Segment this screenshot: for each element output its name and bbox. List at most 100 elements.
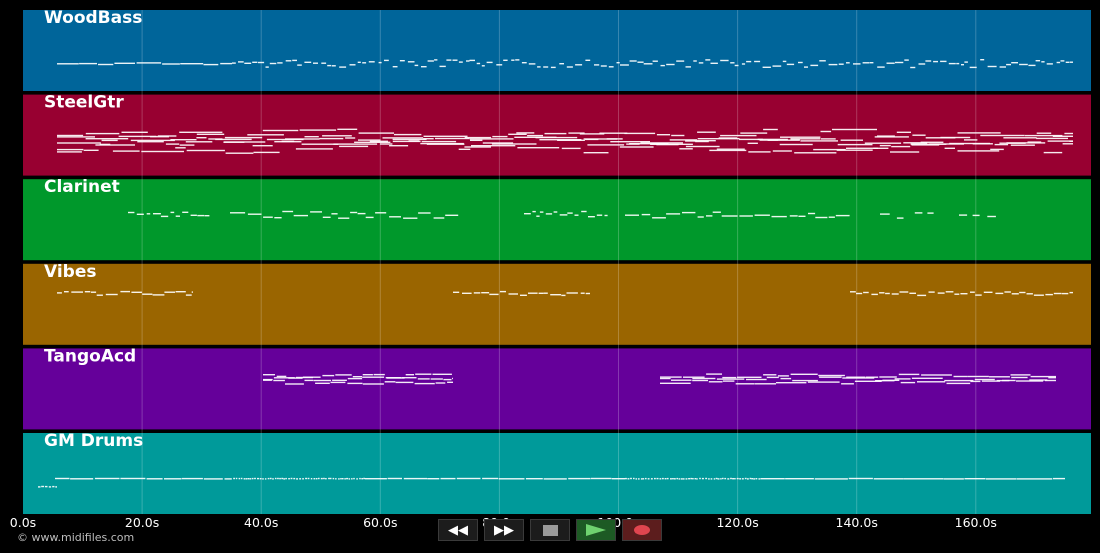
note [469,59,475,62]
note [274,477,277,480]
note [949,142,990,145]
note [1011,62,1018,64]
note [640,478,643,480]
note [299,478,302,480]
note [874,136,909,138]
note [957,150,1000,152]
note [276,375,287,378]
note [561,294,566,297]
note [904,478,944,480]
note [863,291,869,294]
note [1069,61,1073,63]
note [894,378,911,380]
note [130,139,175,142]
note [272,478,274,480]
note [259,478,262,480]
note [856,292,863,295]
note [471,145,516,147]
note [994,143,1009,146]
note [566,66,573,68]
note [832,128,877,131]
note [959,214,968,216]
note [596,214,603,216]
note [679,148,693,150]
rewind-button[interactable]: ◀◀ [438,519,478,541]
note [850,291,856,293]
note [496,64,503,66]
note [739,215,753,217]
note [313,379,331,382]
note [640,142,683,144]
note [313,478,316,480]
note [662,477,664,480]
note [660,382,691,384]
note [191,291,193,293]
time-tick-label: 40.0s [244,515,278,530]
note [1004,291,1011,293]
note [696,478,698,480]
note [699,477,701,480]
note [392,138,427,141]
note [1053,477,1065,480]
note [514,136,557,138]
note [262,129,299,132]
note [304,61,312,63]
note [357,212,366,215]
note [693,60,697,62]
note [435,137,470,140]
note [879,292,885,294]
note [524,213,531,215]
note [900,381,916,384]
note [804,66,808,68]
note [315,382,330,384]
note [925,60,932,62]
note [164,291,176,293]
note [403,477,427,480]
note [136,213,144,215]
note [964,61,968,63]
note [754,60,761,63]
play-button[interactable] [576,519,616,541]
note [625,477,627,480]
note [351,478,353,480]
record-button[interactable] [622,519,662,541]
note [995,292,1004,295]
note [185,294,192,296]
note [890,151,920,153]
note [190,214,197,216]
note [543,292,548,294]
note [382,137,424,139]
note [918,63,926,65]
note [525,478,543,480]
note [394,133,422,136]
note [175,215,180,217]
note [421,140,457,143]
note [244,62,252,64]
note [616,62,620,64]
note [532,210,536,213]
note [882,379,900,381]
note [1045,293,1053,296]
note [695,140,709,143]
note [709,149,747,152]
note [722,380,735,382]
stop-button[interactable] [530,519,570,541]
note [746,60,752,63]
note [722,477,724,480]
note [245,478,248,480]
fast-forward-button[interactable]: ▶▶ [484,519,524,541]
note [680,478,683,480]
note [1047,140,1073,142]
note [1019,63,1028,66]
note [302,478,304,480]
note [566,292,578,294]
note [274,217,282,219]
note [98,63,114,66]
note [293,214,308,217]
note [338,217,350,219]
note [515,59,520,61]
note [987,215,996,218]
note [456,477,481,480]
note [685,145,720,148]
note [960,293,968,295]
